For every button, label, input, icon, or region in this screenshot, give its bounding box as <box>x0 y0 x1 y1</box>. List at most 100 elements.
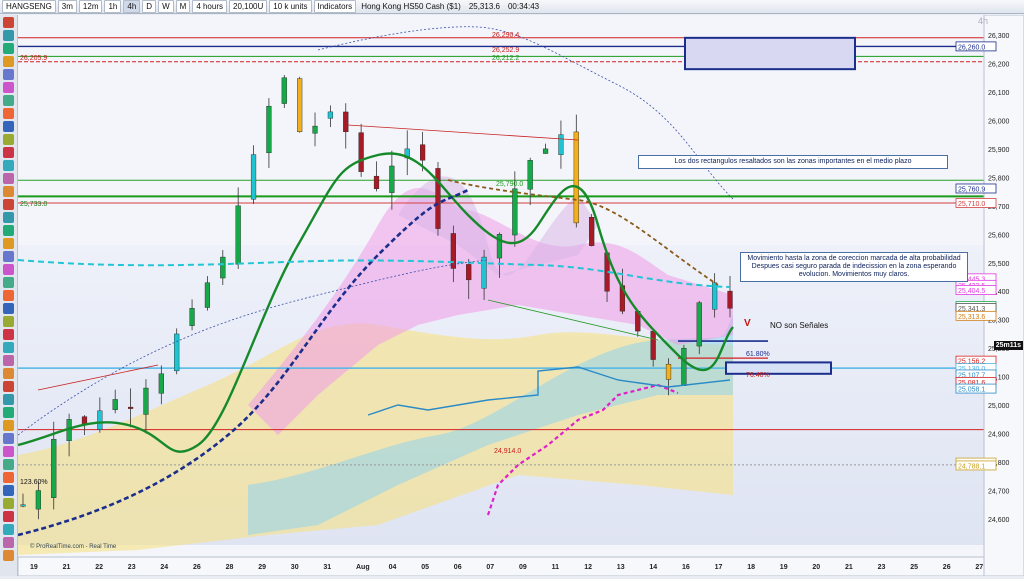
drawing-tool-icon[interactable] <box>3 134 14 145</box>
timeframe-m[interactable]: M <box>175 0 191 13</box>
date-tick-label: 14 <box>649 564 657 571</box>
timeframe-watermark: 4h <box>978 16 989 26</box>
timeframe-12m[interactable]: 12m <box>78 0 103 13</box>
date-tick-label: 25 <box>910 564 918 571</box>
drawing-tool-icon[interactable] <box>3 316 14 327</box>
candle-body <box>373 175 380 189</box>
drawing-tool-icon[interactable] <box>3 537 14 548</box>
candle-body <box>435 168 441 229</box>
drawing-tool-icon[interactable] <box>3 56 14 67</box>
candle-body <box>97 410 103 430</box>
candle-body <box>327 111 333 119</box>
price-tag-label: 25,404.5 <box>958 288 985 295</box>
drawing-tool-icon[interactable] <box>3 524 14 535</box>
price-tick-label: 25,600 <box>988 232 1010 239</box>
zone-rectangle-bottom <box>725 361 832 375</box>
drawing-tool-icon[interactable] <box>3 290 14 301</box>
clock: 00:34:43 <box>507 2 540 11</box>
price-tick-label: 25,900 <box>988 147 1010 154</box>
drawing-tool-icon[interactable] <box>3 212 14 223</box>
price-tick-label: 26,000 <box>988 118 1010 125</box>
candle-body <box>512 188 518 236</box>
drawing-tool-icon[interactable] <box>3 147 14 158</box>
drawing-tool-icon[interactable] <box>3 95 14 106</box>
drawing-tool-icon[interactable] <box>3 69 14 80</box>
indicators-button[interactable]: Indicators <box>313 0 357 13</box>
drawing-tool-icon[interactable] <box>3 407 14 418</box>
date-tick-label: 12 <box>584 564 592 571</box>
lot-selector[interactable]: 10 k units <box>269 0 312 13</box>
instrument-name: Hong Kong HS50 Cash ($1) <box>361 2 461 11</box>
drawing-tool-icon[interactable] <box>3 238 14 249</box>
candle-body <box>573 131 579 224</box>
price-tick-label: 24,700 <box>988 489 1010 496</box>
drawing-tool-icon[interactable] <box>3 472 14 483</box>
timeframe-d[interactable]: D <box>142 0 157 13</box>
date-tick-label: 13 <box>617 564 625 571</box>
timeframe-3m[interactable]: 3m <box>57 0 77 13</box>
candle-body <box>20 504 26 507</box>
units-selector[interactable]: 20,100U <box>229 0 268 13</box>
candle-body <box>174 333 180 372</box>
drawing-tool-icon[interactable] <box>3 225 14 236</box>
drawing-tool-icon[interactable] <box>3 511 14 522</box>
date-tick-label: 31 <box>323 564 331 571</box>
drawing-tool-icon[interactable] <box>3 17 14 28</box>
level-r2-label: 26,252.9 <box>492 47 520 54</box>
drawing-tool-icon[interactable] <box>3 251 14 262</box>
price-tag-label: 25,058.1 <box>958 387 985 394</box>
drawing-tool-icon[interactable] <box>3 420 14 431</box>
drawing-tool-icon[interactable] <box>3 433 14 444</box>
drawing-tool-icon[interactable] <box>3 173 14 184</box>
date-tick-label: 26 <box>193 564 201 571</box>
candle-body <box>312 125 318 134</box>
candle-body <box>281 77 287 104</box>
fib-764-label: 76.40% <box>746 372 770 379</box>
drawing-tool-icon[interactable] <box>3 186 14 197</box>
timeframe-w[interactable]: W <box>158 0 174 13</box>
candle-body <box>696 302 702 347</box>
symbol-selector[interactable]: HANGSENG <box>2 0 56 13</box>
level-l1-label: 25,790.0 <box>496 181 524 188</box>
date-tick-label: 16 <box>682 564 690 571</box>
candle-body <box>420 144 426 161</box>
movement-note: Movimiento hasta la zona de coreccion ma… <box>740 252 968 282</box>
timeframe-1h[interactable]: 1h <box>104 0 122 13</box>
candle-body <box>527 160 533 190</box>
drawing-tool-icon[interactable] <box>3 394 14 405</box>
countdown-tag: 25m11s <box>993 341 1023 350</box>
drawing-tool-icon[interactable] <box>3 329 14 340</box>
drawing-tool-icon[interactable] <box>3 498 14 509</box>
timeframe-4h[interactable]: 4h <box>123 0 141 13</box>
drawing-tool-icon[interactable] <box>3 30 14 41</box>
drawing-tool-icon[interactable] <box>3 160 14 171</box>
drawing-tool-icon[interactable] <box>3 43 14 54</box>
date-tick-label: 29 <box>258 564 266 571</box>
drawing-tool-icon[interactable] <box>3 459 14 470</box>
candle-body <box>558 134 564 155</box>
v-mark: V <box>744 318 751 329</box>
period-selector[interactable]: 4 hours <box>192 0 227 13</box>
drawing-tool-icon[interactable] <box>3 550 14 561</box>
drawing-tool-icon[interactable] <box>3 342 14 353</box>
date-tick-label: 30 <box>291 564 299 571</box>
drawing-tool-icon[interactable] <box>3 381 14 392</box>
date-tick-label: 04 <box>389 564 397 571</box>
pct-left-label: 123.60% <box>20 479 48 486</box>
drawing-tool-icon[interactable] <box>3 264 14 275</box>
drawing-tool-icon[interactable] <box>3 82 14 93</box>
candle-body <box>220 256 226 279</box>
drawing-tool-icon[interactable] <box>3 199 14 210</box>
drawing-tool-icon[interactable] <box>3 303 14 314</box>
chart-canvas[interactable]: 26,30026,20026,10026,00025,90025,80025,7… <box>17 14 1024 577</box>
candle-body <box>35 490 41 510</box>
drawing-tool-icon[interactable] <box>3 277 14 288</box>
drawing-tool-icon[interactable] <box>3 368 14 379</box>
drawing-tool-icon[interactable] <box>3 108 14 119</box>
drawing-tool-icon[interactable] <box>3 485 14 496</box>
drawing-tool-icon[interactable] <box>3 355 14 366</box>
drawing-tool-icon[interactable] <box>3 121 14 132</box>
date-tick-label: 05 <box>421 564 429 571</box>
drawing-tool-icon[interactable] <box>3 446 14 457</box>
price-chart[interactable]: 26,300 26,200 26,100 26,000 25,900 25,800 25,7… <box>17 14 1024 577</box>
